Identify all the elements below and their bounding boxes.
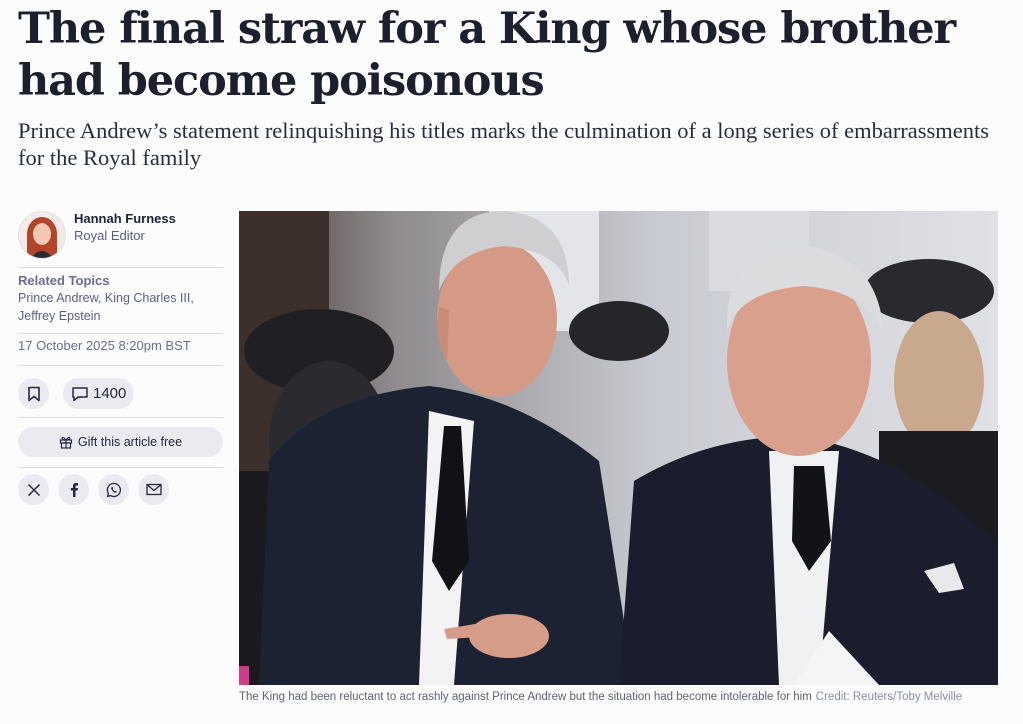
author-block[interactable]: Hannah Furness Royal Editor: [18, 209, 223, 267]
gift-article-button[interactable]: Gift this article free: [18, 427, 223, 457]
related-topics: Related Topics Prince Andrew, King Charl…: [18, 268, 223, 333]
topic-link-prince-andrew[interactable]: Prince Andrew: [18, 291, 98, 305]
article-page: The final straw for a King whose brother…: [0, 0, 1023, 724]
caption-text: The King had been reluctant to act rashl…: [239, 691, 812, 703]
gift-icon: [59, 436, 72, 449]
topic-link-king-charles[interactable]: King Charles III: [105, 291, 190, 305]
topic-link-jeffrey-epstein[interactable]: Jeffrey Epstein: [18, 309, 100, 323]
share-whatsapp-button[interactable]: [98, 474, 129, 505]
gift-section: Gift this article free: [18, 418, 223, 467]
author-name[interactable]: Hannah Furness: [74, 210, 176, 227]
comments-button[interactable]: 1400: [63, 378, 135, 409]
related-topics-list: Prince Andrew, King Charles III, Jeffrey …: [18, 291, 194, 323]
avatar-portrait: [19, 212, 65, 258]
article-photo[interactable]: [239, 211, 998, 685]
publish-date: 17 October 2025 8:20pm BST: [18, 338, 191, 353]
author-avatar[interactable]: [18, 211, 66, 259]
photo-caption: The King had been reluctant to act rashl…: [239, 689, 1009, 705]
comment-count: 1400: [93, 385, 127, 402]
x-icon: [27, 483, 40, 496]
photo-credit: Credit: Reuters/Toby Melville: [815, 691, 963, 703]
article-actions: 1400: [18, 366, 223, 417]
article-sidebar: Hannah Furness Royal Editor Related Topi…: [18, 209, 223, 511]
headline: The final straw for a King whose brother…: [18, 4, 956, 106]
email-icon: [145, 483, 162, 496]
share-buttons: [18, 468, 223, 511]
photo-illustration: [239, 211, 998, 685]
facebook-icon: [70, 483, 78, 497]
bookmark-icon: [27, 386, 40, 401]
share-email-button[interactable]: [138, 474, 169, 505]
standfirst: Prince Andrew’s statement relinquishing …: [18, 118, 990, 170]
related-topics-title: Related Topics: [18, 273, 110, 288]
share-facebook-button[interactable]: [58, 474, 89, 505]
gift-label: Gift this article free: [77, 435, 183, 449]
bookmark-button[interactable]: [18, 378, 49, 409]
share-x-button[interactable]: [18, 474, 49, 505]
comment-icon: [72, 386, 88, 401]
author-role: Royal Editor: [74, 228, 145, 243]
whatsapp-icon: [106, 482, 121, 497]
